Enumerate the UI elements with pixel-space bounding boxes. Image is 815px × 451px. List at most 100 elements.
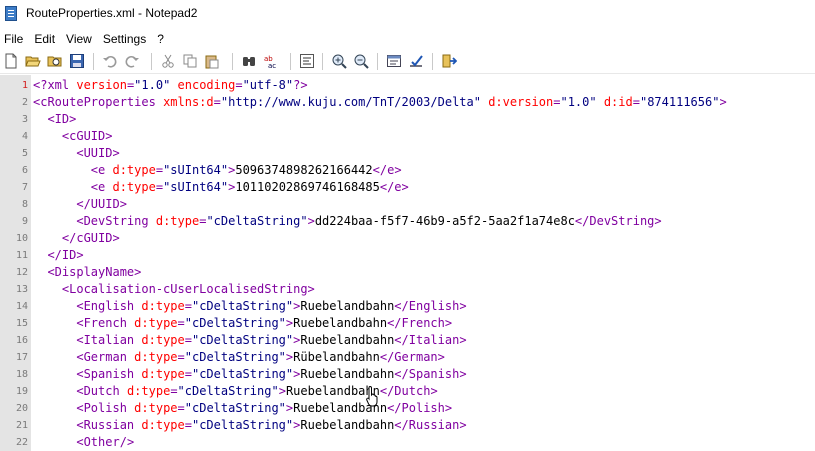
line-number: 7: [21, 182, 28, 193]
line-number: 14: [15, 301, 28, 312]
line-number: 9: [21, 216, 28, 227]
line-number: 11: [15, 250, 28, 261]
line-number: 17: [15, 352, 28, 363]
code-text: </UUID>: [76, 197, 127, 211]
mouse-pointer-icon: [366, 385, 378, 407]
toolbar: ab ac: [0, 50, 815, 74]
open-folder-icon[interactable]: [25, 53, 41, 69]
line-number: 2: [21, 97, 28, 108]
menu-help[interactable]: ?: [153, 29, 171, 49]
line-number: 19: [15, 386, 28, 397]
code-line[interactable]: 22 <Other/>: [0, 434, 815, 451]
word-wrap-icon[interactable]: [299, 53, 315, 69]
menu-edit[interactable]: Edit: [30, 29, 62, 49]
line-number: 1: [21, 80, 28, 91]
code-line[interactable]: 9 <DevString d:type="cDeltaString">dd224…: [0, 213, 815, 230]
code-line[interactable]: 16 <Italian d:type="cDeltaString">Ruebel…: [0, 332, 815, 349]
code-text: <ID>: [47, 112, 77, 126]
line-number: 3: [21, 114, 28, 125]
menu-settings[interactable]: Settings: [99, 29, 153, 49]
code-line[interactable]: 18 <Spanish d:type="cDeltaString">Ruebel…: [0, 366, 815, 383]
toolbar-separator: [322, 53, 323, 70]
code-text: <French d:type="cDeltaString">Ruebelandb…: [76, 316, 453, 330]
code-text: <e d:type="sUInt64">10110202869746168485…: [90, 180, 409, 194]
code-text: <Spanish d:type="cDeltaString">Ruebeland…: [76, 367, 467, 381]
toolbar-separator: [232, 53, 233, 70]
line-number: 10: [15, 233, 28, 244]
code-line[interactable]: 3 <ID>: [0, 111, 815, 128]
code-line[interactable]: 15 <French d:type="cDeltaString">Ruebela…: [0, 315, 815, 332]
line-number: 16: [15, 335, 28, 346]
save-icon[interactable]: [69, 53, 85, 69]
code-text: <DevString d:type="cDeltaString">dd224ba…: [76, 214, 662, 228]
code-text: <cRouteProperties xmlns:d="http://www.ku…: [33, 95, 727, 109]
code-line[interactable]: 7 <e d:type="sUInt64">101102028697461684…: [0, 179, 815, 196]
line-number: 5: [21, 148, 28, 159]
code-line[interactable]: 21 <Russian d:type="cDeltaString">Ruebel…: [0, 417, 815, 434]
code-line[interactable]: 6 <e d:type="sUInt64">509637489826216644…: [0, 162, 815, 179]
code-text: <DisplayName>: [47, 265, 142, 279]
replace-icon[interactable]: abac: [263, 53, 279, 69]
code-line[interactable]: 17 <German d:type="cDeltaString">Rübelan…: [0, 349, 815, 366]
code-text: <e d:type="sUInt64">5096374898262166442<…: [90, 163, 402, 177]
code-line[interactable]: 11 </ID>: [0, 247, 815, 264]
toolbar-separator: [432, 53, 433, 70]
code-text: <English d:type="cDeltaString">Ruebeland…: [76, 299, 467, 313]
code-text: <cGUID>: [61, 129, 113, 143]
menu-file[interactable]: File: [0, 29, 30, 49]
zoom-in-icon[interactable]: [331, 53, 347, 69]
menu-bar: File Edit View Settings ?: [0, 29, 815, 49]
line-number: 4: [21, 131, 28, 142]
line-number: 13: [15, 284, 28, 295]
line-number: 15: [15, 318, 28, 329]
code-text: <UUID>: [76, 146, 120, 160]
paste-icon[interactable]: [204, 53, 220, 69]
line-number: 20: [15, 403, 28, 414]
menu-view[interactable]: View: [62, 29, 99, 49]
toolbar-separator: [290, 53, 291, 70]
code-line[interactable]: 20 <Polish d:type="cDeltaString">Ruebela…: [0, 400, 815, 417]
copy-icon[interactable]: [182, 53, 198, 69]
cut-icon[interactable]: [160, 53, 176, 69]
notepad-app-icon[interactable]: [5, 6, 17, 21]
title-bar: RouteProperties.xml - Notepad2: [0, 0, 815, 29]
code-line[interactable]: 19 <Dutch d:type="cDeltaString">Ruebelan…: [0, 383, 815, 400]
new-file-icon[interactable]: [3, 53, 19, 69]
code-text: <Russian d:type="cDeltaString">Ruebeland…: [76, 418, 467, 432]
window-title: RouteProperties.xml - Notepad2: [26, 6, 198, 20]
line-number: 6: [21, 165, 28, 176]
code-line[interactable]: 14 <English d:type="cDeltaString">Ruebel…: [0, 298, 815, 315]
customize-icon[interactable]: [408, 53, 424, 69]
code-line[interactable]: 12 <DisplayName>: [0, 264, 815, 281]
code-text: <Other/>: [76, 435, 135, 449]
code-line[interactable]: 2 <cRouteProperties xmlns:d="http://www.k…: [0, 94, 815, 111]
exit-icon[interactable]: [441, 53, 457, 69]
svg-text:ac: ac: [268, 62, 276, 69]
code-text: <?xml version="1.0" encoding="utf-8"?>: [33, 78, 308, 92]
line-number: 12: [15, 267, 28, 278]
zoom-out-icon[interactable]: [353, 53, 369, 69]
code-text: <Polish d:type="cDeltaString">Ruebelandb…: [76, 401, 453, 415]
code-line[interactable]: 8 </UUID>: [0, 196, 815, 213]
code-line[interactable]: 4 <cGUID>: [0, 128, 815, 145]
browse-icon[interactable]: [47, 53, 63, 69]
code-line[interactable]: 13 <Localisation-cUserLocalisedString>: [0, 281, 815, 298]
text-editor[interactable]: 1 <?xml version="1.0" encoding="utf-8"?> 2…: [0, 75, 815, 451]
code-text: </ID>: [47, 248, 84, 262]
find-icon[interactable]: [241, 53, 257, 69]
toolbar-separator: [377, 53, 378, 70]
code-line[interactable]: 10 </cGUID>: [0, 230, 815, 247]
undo-icon[interactable]: [102, 53, 118, 69]
toolbar-separator: [151, 53, 152, 70]
code-line[interactable]: 1 <?xml version="1.0" encoding="utf-8"?>: [0, 77, 815, 94]
redo-icon[interactable]: [124, 53, 140, 69]
code-text: <Localisation-cUserLocalisedString>: [61, 282, 315, 296]
code-text: <Italian d:type="cDeltaString">Ruebeland…: [76, 333, 467, 347]
code-text: </cGUID>: [61, 231, 120, 245]
code-line[interactable]: 5 <UUID>: [0, 145, 815, 162]
scheme-icon[interactable]: [386, 53, 402, 69]
line-number: 21: [15, 420, 28, 431]
line-number: 8: [21, 199, 28, 210]
line-number: 22: [15, 437, 28, 448]
line-number: 18: [15, 369, 28, 380]
